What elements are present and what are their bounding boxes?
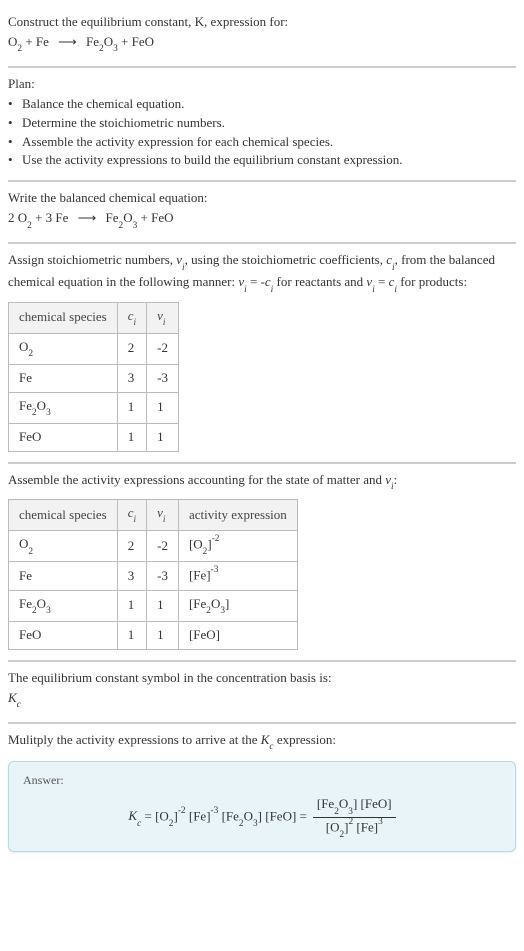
cell: FeO [9, 621, 118, 649]
plan-text-3: Assemble the activity expression for eac… [22, 133, 333, 152]
cell: 2 [117, 531, 146, 562]
col-vi: νi [147, 302, 179, 333]
col-ci: ci [117, 499, 146, 530]
plan-item-4: •Use the activity expressions to build t… [8, 151, 516, 170]
section-activity: Assemble the activity expressions accoun… [8, 464, 516, 662]
stoich-intro: Assign stoichiometric numbers, νi, using… [8, 251, 516, 295]
table-row: O22-2 [9, 333, 179, 364]
cell: [O2]-2 [178, 531, 297, 562]
prompt-equation: O2 + Fe ⟶ Fe2O3 + FeO [8, 33, 516, 55]
cell: 3 [117, 562, 146, 590]
cell: -2 [147, 531, 179, 562]
plan-item-1: •Balance the chemical equation. [8, 95, 516, 114]
table-row: FeO11 [9, 423, 179, 451]
fraction-denominator: [O2]2 [Fe]3 [313, 818, 396, 840]
cell: 1 [117, 392, 146, 423]
activity-intro: Assemble the activity expressions accoun… [8, 471, 516, 493]
col-vi: νi [147, 499, 179, 530]
answer-label: Answer: [23, 772, 501, 789]
prompt-text: Construct the equilibrium constant, K, e… [8, 13, 516, 32]
cell: [Fe]-3 [178, 562, 297, 590]
cell: O2 [9, 333, 118, 364]
cell: FeO [9, 423, 118, 451]
table-row: Fe3-3[Fe]-3 [9, 562, 298, 590]
cell: 2 [117, 333, 146, 364]
answer-fraction: [Fe2O3] [FeO] [O2]2 [Fe]3 [313, 795, 396, 841]
kc-symbol: Kc [8, 689, 516, 711]
cell: [FeO] [178, 621, 297, 649]
plan-item-3: •Assemble the activity expression for ea… [8, 133, 516, 152]
plan-text-2: Determine the stoichiometric numbers. [22, 114, 225, 133]
balanced-equation: 2 O2 + 3 Fe ⟶ Fe2O3 + FeO [8, 209, 516, 231]
cell: 1 [117, 590, 146, 621]
activity-table: chemical species ci νi activity expressi… [8, 499, 298, 650]
balanced-title: Write the balanced chemical equation: [8, 189, 516, 208]
cell: -2 [147, 333, 179, 364]
cell: Fe [9, 364, 118, 392]
section-prompt: Construct the equilibrium constant, K, e… [8, 6, 516, 68]
cell: 1 [147, 392, 179, 423]
multiply-line: Mulitply the activity expressions to arr… [8, 731, 516, 753]
fraction-numerator: [Fe2O3] [FeO] [313, 795, 396, 818]
table-row: O22-2[O2]-2 [9, 531, 298, 562]
col-species: chemical species [9, 302, 118, 333]
table-row: chemical species ci νi [9, 302, 179, 333]
table-row: Fe2O311 [9, 392, 179, 423]
cell: 1 [117, 621, 146, 649]
section-stoich: Assign stoichiometric numbers, νi, using… [8, 244, 516, 463]
table-row: chemical species ci νi activity expressi… [9, 499, 298, 530]
section-plan: Plan: •Balance the chemical equation. •D… [8, 68, 516, 182]
cell: 3 [117, 364, 146, 392]
kc-symbol-line1: The equilibrium constant symbol in the c… [8, 669, 516, 688]
plan-text-1: Balance the chemical equation. [22, 95, 184, 114]
cell: O2 [9, 531, 118, 562]
stoich-table: chemical species ci νi O22-2 Fe3-3 Fe2O3… [8, 302, 179, 452]
table-row: FeO11[FeO] [9, 621, 298, 649]
plan-item-2: •Determine the stoichiometric numbers. [8, 114, 516, 133]
col-activity: activity expression [178, 499, 297, 530]
table-row: Fe2O311[Fe2O3] [9, 590, 298, 621]
cell: 1 [147, 423, 179, 451]
col-species: chemical species [9, 499, 118, 530]
answer-lhs: Kc = [O2]-2 [Fe]-3 [Fe2O3] [FeO] = [128, 807, 306, 829]
cell: 1 [147, 590, 179, 621]
section-multiply: Mulitply the activity expressions to arr… [8, 724, 516, 862]
cell: 1 [147, 621, 179, 649]
col-ci: ci [117, 302, 146, 333]
cell: -3 [147, 364, 179, 392]
answer-box: Answer: Kc = [O2]-2 [Fe]-3 [Fe2O3] [FeO]… [8, 761, 516, 852]
plan-text-4: Use the activity expressions to build th… [22, 151, 403, 170]
cell: Fe2O3 [9, 590, 118, 621]
cell: -3 [147, 562, 179, 590]
answer-equation: Kc = [O2]-2 [Fe]-3 [Fe2O3] [FeO] = [Fe2O… [23, 795, 501, 841]
prompt-line1: Construct the equilibrium constant, K, e… [8, 14, 288, 29]
cell: 1 [117, 423, 146, 451]
table-row: Fe3-3 [9, 364, 179, 392]
cell: Fe [9, 562, 118, 590]
section-balanced: Write the balanced chemical equation: 2 … [8, 182, 516, 244]
cell: [Fe2O3] [178, 590, 297, 621]
cell: Fe2O3 [9, 392, 118, 423]
plan-title: Plan: [8, 75, 516, 94]
section-kc-symbol: The equilibrium constant symbol in the c… [8, 662, 516, 724]
